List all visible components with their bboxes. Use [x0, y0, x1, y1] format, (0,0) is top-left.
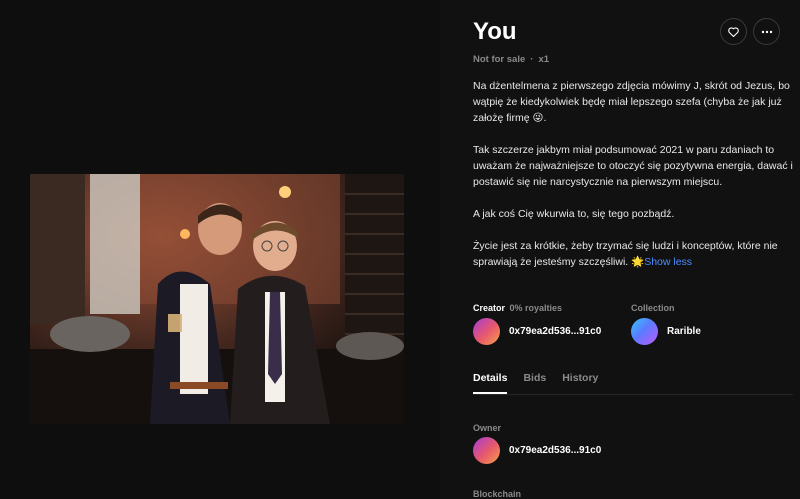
blockchain-header: Blockchain: [473, 484, 521, 499]
creator-label: Creator: [473, 303, 506, 313]
royalties-text: 0% royalties: [509, 303, 562, 313]
collection-avatar: [631, 318, 658, 345]
creator-avatar: [473, 318, 500, 345]
blockchain-label: Blockchain: [473, 489, 522, 499]
description-paragraph: Życie jest za krótkie, żeby trzymać się …: [473, 238, 793, 270]
description-paragraph: Na dżentelmena z pierwszego zdjęcia mówi…: [473, 80, 790, 124]
details-pane: You Not for sale · x1 Na dżentelmena z pie…: [440, 0, 800, 499]
creator-address: 0x79ea2d536...91c0: [509, 326, 602, 337]
nft-image[interactable]: [30, 174, 404, 424]
detail-tabs: Details Bids History: [473, 372, 793, 395]
sale-status: Not for sale: [473, 54, 526, 65]
edition-count: x1: [538, 54, 550, 65]
description-paragraph: A jak coś Cię wkurwia to, się tego pozbą…: [473, 208, 675, 220]
tab-bids[interactable]: Bids: [523, 372, 546, 394]
tab-history[interactable]: History: [562, 372, 598, 394]
item-description: Na dżentelmena z pierwszego zdjęcia mówi…: [473, 78, 793, 270]
collection-header: Collection: [631, 298, 675, 316]
more-dots-icon: [761, 30, 772, 33]
description-last-text: Życie jest za krótkie, żeby trzymać się …: [473, 240, 778, 268]
show-less-link[interactable]: Show less: [644, 256, 692, 268]
creator-link[interactable]: 0x79ea2d536...91c0: [473, 318, 601, 345]
separator-dot: ·: [530, 54, 534, 65]
item-title: You: [473, 18, 517, 45]
owner-link[interactable]: 0x79ea2d536...91c0: [473, 437, 601, 464]
creator-header: Creator 0% royalties: [473, 298, 562, 316]
media-pane: [0, 0, 440, 499]
owner-label: Owner: [473, 423, 502, 433]
more-options-button[interactable]: [753, 18, 780, 45]
collection-label: Collection: [631, 303, 675, 313]
collection-name: Rarible: [667, 326, 701, 337]
description-paragraph: Tak szczerze jakbym miał podsumować 2021…: [473, 144, 793, 188]
like-button[interactable]: [720, 18, 747, 45]
heart-icon: [728, 26, 739, 37]
owner-address: 0x79ea2d536...91c0: [509, 445, 602, 456]
collection-link[interactable]: Rarible: [631, 318, 701, 345]
nft-photo-graphic: [30, 174, 404, 424]
owner-avatar: [473, 437, 500, 464]
tab-details[interactable]: Details: [473, 372, 508, 394]
owner-header: Owner: [473, 418, 501, 436]
sale-status-row: Not for sale · x1: [473, 54, 549, 65]
